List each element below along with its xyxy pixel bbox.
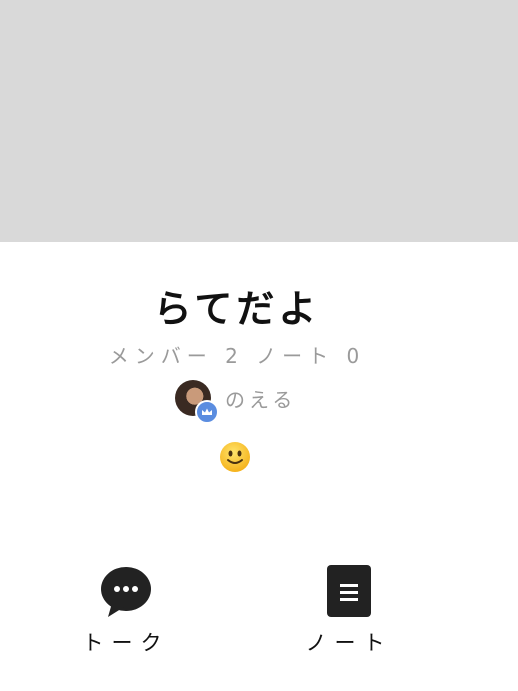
tab-note-label: ノート bbox=[305, 631, 393, 655]
chat-bubble-icon bbox=[71, 565, 181, 617]
group-stats: メンバー 2 ノート 0 bbox=[108, 344, 366, 368]
group-title: らてだよ bbox=[153, 287, 321, 331]
tab-note[interactable]: ノート bbox=[294, 565, 404, 657]
tab-talk-label: トーク bbox=[82, 631, 170, 655]
owner-info[interactable]: のえる bbox=[175, 380, 297, 424]
note-document-icon bbox=[294, 565, 404, 617]
cover-image[interactable] bbox=[0, 0, 518, 242]
avatar[interactable] bbox=[175, 380, 219, 424]
owner-name: のえる bbox=[225, 387, 297, 412]
tab-talk[interactable]: トーク bbox=[71, 565, 181, 657]
crown-icon bbox=[195, 400, 219, 424]
smile-emoji-icon bbox=[219, 441, 251, 473]
